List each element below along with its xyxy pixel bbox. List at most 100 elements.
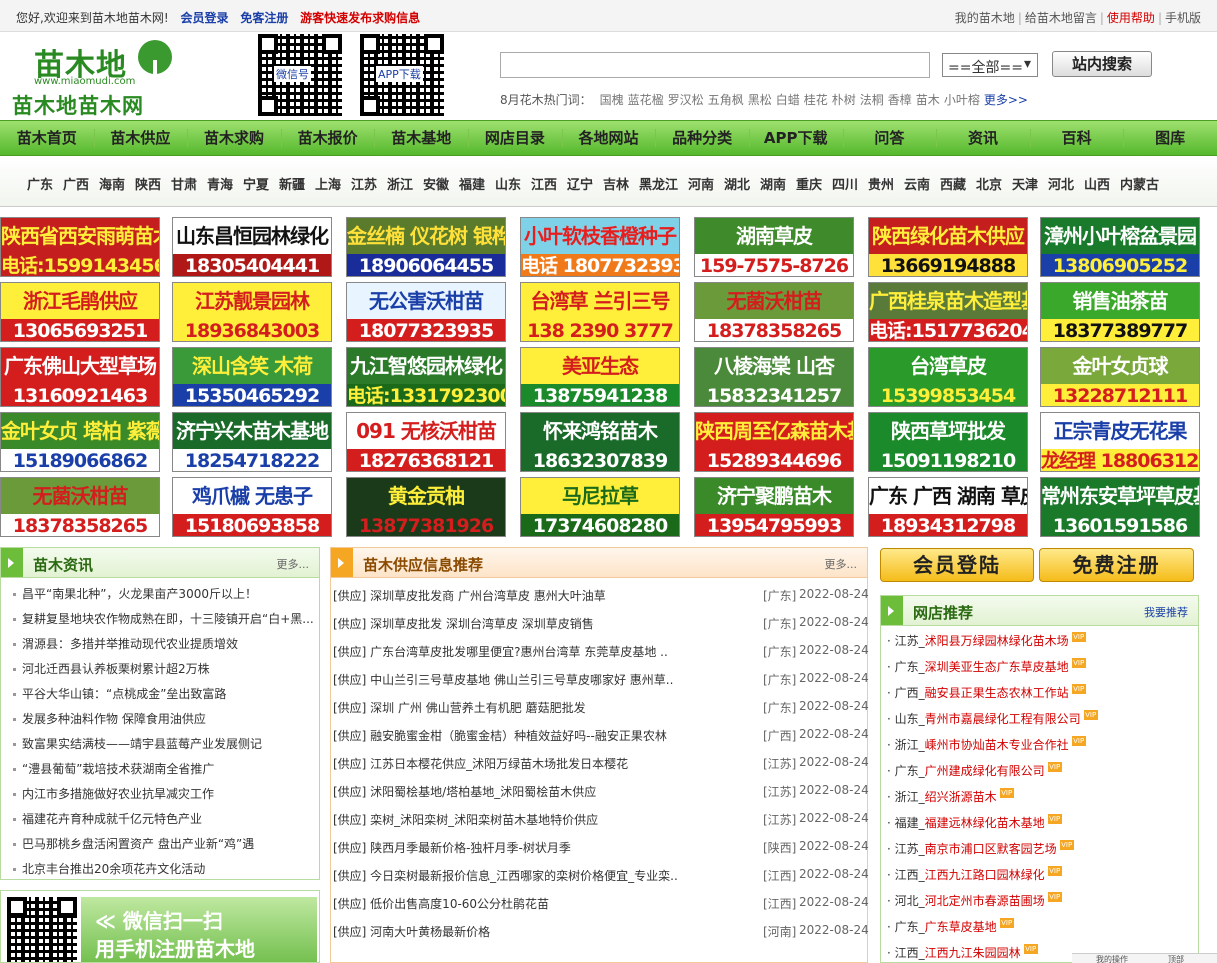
news-item[interactable]: 昌平“南果北种”，火龙果亩产3000斤以上！: [13, 585, 313, 602]
ad-banner[interactable]: 台湾草 兰引三号 138 2390 3777: [520, 282, 680, 342]
news-item[interactable]: 北京丰台推出20余项花卉文化活动: [13, 860, 313, 877]
supply-item-title[interactable]: [供应] 江苏日本樱花供应_沭阳万绿苗木场批发日本樱花: [333, 755, 753, 772]
member-login-button[interactable]: 会员登陆: [880, 548, 1034, 582]
province-link[interactable]: 湖北: [724, 174, 750, 193]
nav-item[interactable]: 百科: [1030, 121, 1124, 155]
supply-item[interactable]: [供应] 低价出售高度10-60公分杜鹃花苗 [江西] 2022-08-24: [333, 895, 869, 912]
province-link[interactable]: 西藏: [940, 174, 966, 193]
shop-item[interactable]: · 江西_江西九江路口园林绿化 VIP: [887, 866, 1062, 883]
ad-banner[interactable]: 正宗青皮无花果龙经理 18806312567: [1040, 412, 1200, 472]
shop-item[interactable]: · 河北_河北定州市春源苗圃场 VIP: [887, 892, 1062, 909]
ad-banner[interactable]: 济宁聚鹏苗木 13954795993: [694, 477, 854, 537]
supply-item[interactable]: [供应] 今日栾树最新报价信息_江西哪家的栾树价格便宜_专业栾.. [江西] 202…: [333, 867, 869, 884]
shop-name[interactable]: 融安县正果生态农林工作站: [925, 686, 1069, 700]
province-link[interactable]: 河南: [688, 174, 714, 193]
shop-name[interactable]: 广东草皮基地: [925, 920, 997, 934]
ad-banner[interactable]: 销售油茶苗 18377389777: [1040, 282, 1200, 342]
province-link[interactable]: 广西: [63, 174, 89, 193]
ad-banner[interactable]: 金叶女贞 塔柏 紫薇 15189066862: [0, 412, 160, 472]
free-register-button[interactable]: 免费注册: [1039, 548, 1194, 582]
supply-item-title[interactable]: [供应] 今日栾树最新报价信息_江西哪家的栾树价格便宜_专业栾..: [333, 867, 753, 884]
nav-item[interactable]: 问答: [843, 121, 937, 155]
nav-item[interactable]: 资讯: [936, 121, 1030, 155]
ad-banner[interactable]: 八棱海棠 山杏 15832341257: [694, 347, 854, 407]
ad-banner[interactable]: 怀来鸿铭苗木 18632307839: [520, 412, 680, 472]
supply-item[interactable]: [供应] 融安脆蜜金柑（脆蜜金桔）种植效益好吗--融安正果农林 [广西] 2022-…: [333, 727, 869, 744]
my-actions-link[interactable]: 我的操作: [1096, 954, 1128, 963]
supply-item[interactable]: [供应] 中山兰引三号草皮基地 佛山兰引三号草皮哪家好 惠州草.. [广东] 202…: [333, 671, 869, 688]
ad-banner[interactable]: 黄金贡柚 13877381926: [346, 477, 506, 537]
shop-name[interactable]: 青州市嘉晨绿化工程有限公司: [925, 712, 1081, 726]
ad-banner[interactable]: 陕西省西安雨萌苗木电话:15991434563: [0, 217, 160, 277]
shop-name[interactable]: 绍兴浙源苗木: [925, 790, 997, 804]
province-link[interactable]: 江苏: [351, 174, 377, 193]
province-link[interactable]: 辽宁: [567, 174, 593, 193]
ad-banner[interactable]: 台湾草皮 15399853454: [868, 347, 1028, 407]
supply-item-title[interactable]: [供应] 深圳草皮批发商 广州台湾草皮 惠州大叶油草: [333, 587, 753, 604]
ad-banner[interactable]: 陕西草坪批发 15091198210: [868, 412, 1028, 472]
hot-keyword-link[interactable]: 苗木: [916, 93, 940, 107]
province-link[interactable]: 新疆: [279, 174, 305, 193]
shop-item[interactable]: · 江苏_南京市浦口区默客园艺场 VIP: [887, 840, 1074, 857]
shop-name[interactable]: 广州建成绿化有限公司: [925, 764, 1045, 778]
shop-name[interactable]: 沭阳县万绿园林绿化苗木场: [925, 634, 1069, 648]
province-link[interactable]: 湖南: [760, 174, 786, 193]
shop-item[interactable]: · 广西_融安县正果生态农林工作站 VIP: [887, 684, 1086, 701]
supply-item[interactable]: [供应] 广东台湾草皮批发哪里便宜?惠州台湾草 东莞草皮基地 .. [广东] 202…: [333, 643, 869, 660]
supply-item-title[interactable]: [供应] 广东台湾草皮批发哪里便宜?惠州台湾草 东莞草皮基地 ..: [333, 643, 753, 660]
nav-item[interactable]: 苗木求购: [187, 121, 281, 155]
shop-item[interactable]: · 浙江_绍兴浙源苗木 VIP: [887, 788, 1014, 805]
site-logo[interactable]: 苗木地 www.miaomudi.com 苗木地苗木网: [12, 38, 192, 118]
ad-banner[interactable]: 江苏靓景园林 18936843003: [172, 282, 332, 342]
member-login-link[interactable]: 会员登录: [180, 11, 228, 25]
province-link[interactable]: 宁夏: [243, 174, 269, 193]
ad-banner[interactable]: 常州东安草坪草皮基地 13601591586: [1040, 477, 1200, 537]
search-input[interactable]: [500, 52, 930, 78]
news-item[interactable]: 内江市多措施做好农业抗旱减灾工作: [13, 785, 313, 802]
feedback-link[interactable]: 给苗木地留言: [1025, 11, 1097, 25]
news-more-link[interactable]: 更多...: [277, 556, 310, 572]
supply-item-title[interactable]: [供应] 低价出售高度10-60公分杜鹃花苗: [333, 895, 753, 912]
ad-banner[interactable]: 漳州小叶榕盆景园 13806905252: [1040, 217, 1200, 277]
province-link[interactable]: 重庆: [796, 174, 822, 193]
shop-item[interactable]: · 福建_福建远林绿化苗木基地 VIP: [887, 814, 1062, 831]
ad-banner[interactable]: 山东昌恒园林绿化 18305404441: [172, 217, 332, 277]
category-select[interactable]: ==全部== ▾: [942, 53, 1038, 77]
province-link[interactable]: 福建: [459, 174, 485, 193]
ad-banner[interactable]: 金丝楠 仪花树 银桦树 18906064455: [346, 217, 506, 277]
ad-banner[interactable]: 金叶女贞球 13228712111: [1040, 347, 1200, 407]
supply-item[interactable]: [供应] 沭阳蜀桧基地/塔柏基地_沭阳蜀桧苗木供应 [江苏] 2022-08-24: [333, 783, 869, 800]
nav-item[interactable]: 苗木报价: [281, 121, 375, 155]
shop-item[interactable]: · 浙江_嵊州市协灿苗木专业合作社 VIP: [887, 736, 1086, 753]
hot-keyword-link[interactable]: 法桐: [860, 93, 884, 107]
province-link[interactable]: 上海: [315, 174, 341, 193]
supply-item-title[interactable]: [供应] 中山兰引三号草皮基地 佛山兰引三号草皮哪家好 惠州草..: [333, 671, 753, 688]
shop-item[interactable]: · 广东_广东草皮基地 VIP: [887, 918, 1014, 935]
ad-banner[interactable]: 091 无核沃柑苗 18276368121: [346, 412, 506, 472]
supply-item[interactable]: [供应] 栾树_沭阳栾树_沭阳栾树苗木基地特价供应 [江苏] 2022-08-24: [333, 811, 869, 828]
supply-item-title[interactable]: [供应] 河南大叶黄杨最新价格: [333, 923, 753, 940]
province-link[interactable]: 四川: [832, 174, 858, 193]
hot-keyword-link[interactable]: 香樟: [888, 93, 912, 107]
nav-item[interactable]: 品种分类: [655, 121, 749, 155]
shop-name[interactable]: 嵊州市协灿苗木专业合作社: [925, 738, 1069, 752]
mobile-link[interactable]: 手机版: [1165, 11, 1201, 25]
shop-name[interactable]: 深圳美亚生态广东草皮基地: [925, 660, 1069, 674]
ad-banner[interactable]: 小叶软枝香橙种子 电话 18077323934: [520, 217, 680, 277]
news-item[interactable]: 渭源县：多措并举推动现代农业提质增效: [13, 635, 313, 652]
supply-item[interactable]: [供应] 陕西月季最新价格-独杆月季-树状月季 [陕西] 2022-08-24: [333, 839, 869, 856]
province-link[interactable]: 甘肃: [171, 174, 197, 193]
hot-keyword-link[interactable]: 罗汉松: [668, 93, 704, 107]
nav-item[interactable]: 苗木基地: [374, 121, 468, 155]
hot-keyword-link[interactable]: 五角枫: [708, 93, 744, 107]
province-link[interactable]: 吉林: [603, 174, 629, 193]
ad-banner[interactable]: 浙江毛鹃供应 13065693251: [0, 282, 160, 342]
ad-banner[interactable]: 无公害沃柑苗 18077323935: [346, 282, 506, 342]
province-link[interactable]: 内蒙古: [1120, 174, 1159, 193]
ad-banner[interactable]: 湖南草皮 159-7575-8726: [694, 217, 854, 277]
supply-item-title[interactable]: [供应] 陕西月季最新价格-独杆月季-树状月季: [333, 839, 753, 856]
hot-more-link[interactable]: 更多>>: [984, 93, 1028, 107]
shop-item[interactable]: · 广东_广州建成绿化有限公司 VIP: [887, 762, 1062, 779]
supply-item-title[interactable]: [供应] 融安脆蜜金柑（脆蜜金桔）种植效益好吗--融安正果农林: [333, 727, 753, 744]
site-search-button[interactable]: 站内搜索: [1052, 51, 1152, 77]
